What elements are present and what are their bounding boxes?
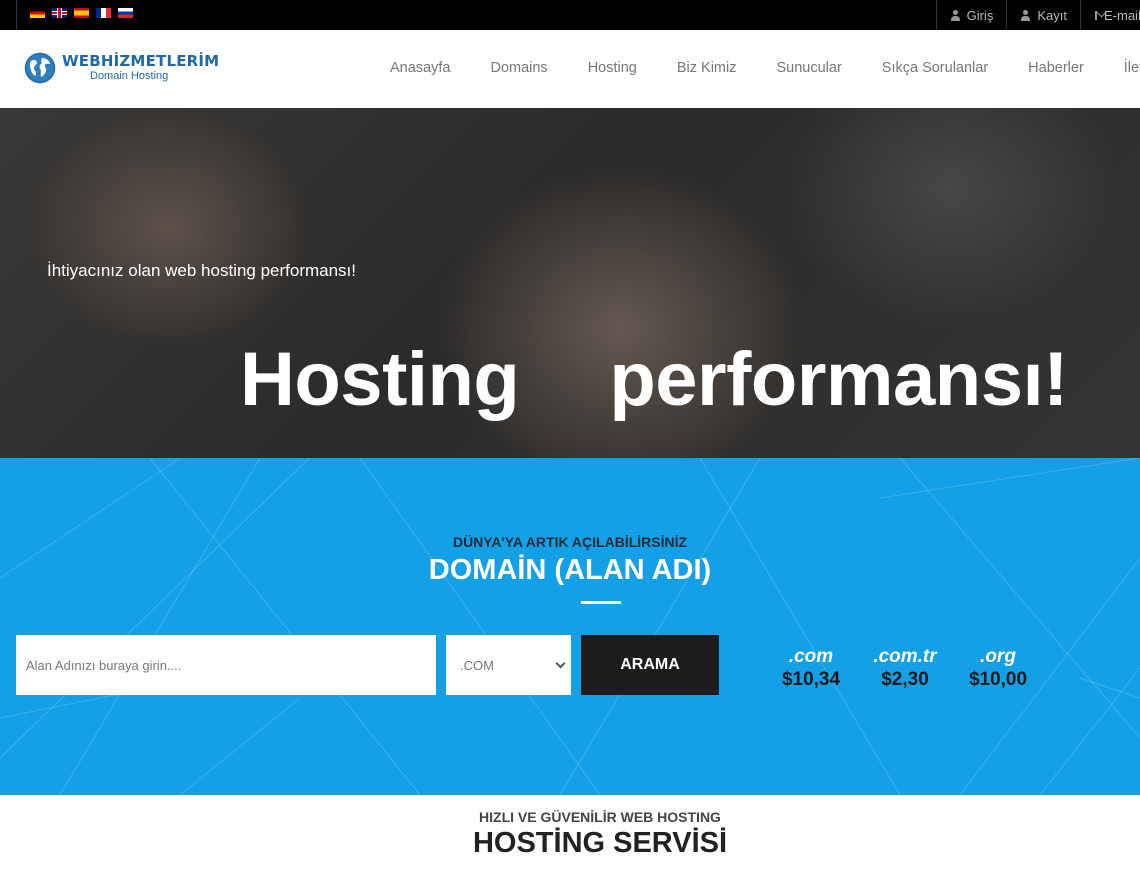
nav-item-anasayfa[interactable]: Anasayfa	[390, 60, 450, 76]
domain-search-input[interactable]	[16, 635, 436, 695]
hero-title-left: Hosting	[240, 337, 520, 422]
login-link[interactable]: Giriş	[935, 0, 1007, 30]
language-selector	[30, 8, 133, 18]
nav-item-biz-kimiz[interactable]: Biz Kimiz	[677, 60, 737, 76]
nav-item-iletisim[interactable]: İletişim	[1124, 60, 1140, 76]
hosting-section: HIZLI VE GÜVENİLİR WEB HOSTING HOSTİNG S…	[0, 795, 1140, 873]
register-label: Kayıt	[1037, 7, 1067, 23]
background-pattern	[0, 458, 1140, 795]
chevron-down-icon	[555, 658, 566, 668]
top-bar: Giriş Kayıt E-mail	[0, 0, 1140, 30]
tld-select-value: .COM	[460, 657, 494, 673]
logo-name: WEBHİZMETLERİM	[62, 52, 220, 70]
hosting-title: HOSTİNG SERVİSİ	[472, 827, 728, 859]
flag-france-icon[interactable]	[96, 8, 111, 18]
mail-icon	[1095, 10, 1097, 20]
title-divider	[581, 601, 621, 604]
account-links: Giriş Kayıt E-mail	[935, 0, 1140, 30]
globe-icon	[24, 52, 56, 84]
hero-title: Hosting performansı!	[240, 336, 1068, 423]
hero-subtitle: İhtiyacınız olan web hosting performansı…	[47, 261, 356, 280]
domain-search-section: DÜNYA'YA ARTIK AÇILABİLİRSİNİZ DOMAİN (A…	[0, 458, 1140, 795]
domain-title: DOMAİN (ALAN ADI)	[428, 554, 712, 586]
logo-tagline: Domain Hosting	[90, 70, 169, 82]
user-icon	[950, 9, 960, 21]
email-label: E-mail	[1104, 7, 1140, 23]
nav-item-sunucular[interactable]: Sunucular	[776, 60, 841, 76]
site-header: WEBHİZMETLERİM Domain Hosting Anasayfa D…	[0, 30, 1140, 108]
flag-spain-icon[interactable]	[74, 8, 89, 18]
hero-banner: İhtiyacınız olan web hosting performansı…	[0, 108, 1140, 458]
tld-price-item: .org $10,00	[943, 646, 1053, 692]
tld-select[interactable]: .COM	[446, 635, 571, 695]
flag-germany-icon[interactable]	[30, 8, 45, 18]
register-link[interactable]: Kayıt	[1006, 0, 1080, 30]
nav-item-domains[interactable]: Domains	[490, 60, 547, 76]
search-button[interactable]: ARAMA	[581, 635, 719, 695]
tld-price: $10,00	[968, 669, 1028, 690]
divider	[16, 0, 17, 30]
tld-name: .org	[980, 646, 1016, 667]
login-label: Giriş	[966, 7, 994, 23]
flag-russia-icon[interactable]	[118, 8, 133, 18]
user-icon	[1021, 9, 1031, 21]
main-nav: Anasayfa Domains Hosting Biz Kimiz Sunuc…	[390, 60, 1140, 76]
hero-title-right: performansı!	[609, 337, 1068, 422]
site-logo[interactable]: WEBHİZMETLERİM Domain Hosting	[24, 52, 219, 84]
flag-uk-icon[interactable]	[52, 8, 67, 18]
hosting-kicker: HIZLI VE GÜVENİLİR WEB HOSTING	[479, 809, 721, 825]
nav-item-sss[interactable]: Sıkça Sorulanlar	[882, 60, 988, 76]
domain-kicker: DÜNYA'YA ARTIK AÇILABİLİRSİNİZ	[452, 534, 688, 550]
email-link[interactable]: E-mail	[1080, 0, 1140, 30]
nav-item-hosting[interactable]: Hosting	[588, 60, 637, 76]
nav-item-haberler[interactable]: Haberler	[1028, 60, 1084, 76]
